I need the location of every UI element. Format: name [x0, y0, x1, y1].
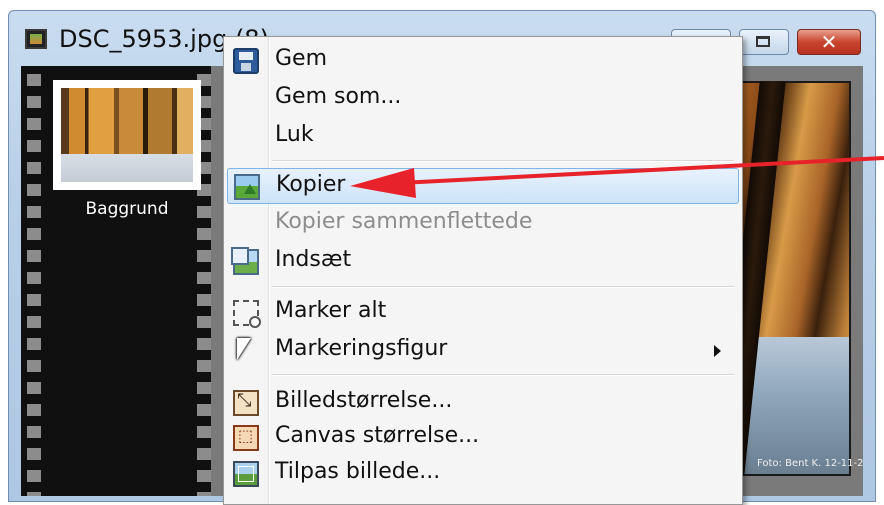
- annotation-arrow-head: [350, 168, 416, 198]
- annotation-arrow-line: [399, 156, 884, 185]
- annotation-arrow: [350, 156, 884, 198]
